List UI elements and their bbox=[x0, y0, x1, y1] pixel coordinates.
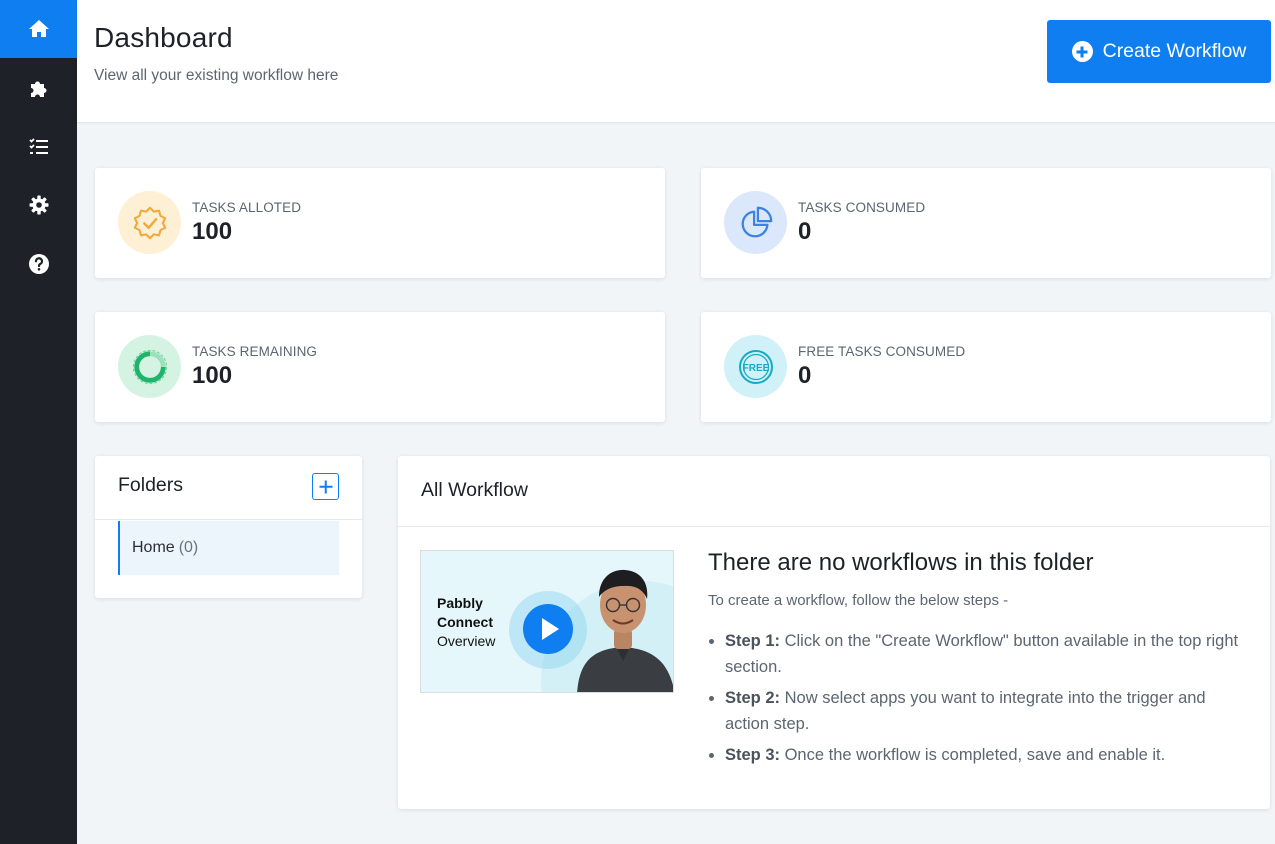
empty-state-title: There are no workflows in this folder bbox=[708, 549, 1094, 576]
folders-panel: Folders Home (0) bbox=[95, 456, 362, 598]
folder-count: (0) bbox=[178, 539, 199, 556]
task-list-icon bbox=[28, 138, 48, 154]
empty-state-subtitle: To create a workflow, follow the below s… bbox=[708, 592, 1009, 609]
add-folder-button[interactable] bbox=[312, 473, 339, 500]
sidebar-item-help[interactable] bbox=[0, 235, 77, 293]
badge-check-icon bbox=[118, 191, 181, 254]
free-icon: FREE bbox=[724, 335, 787, 398]
play-icon[interactable] bbox=[523, 604, 573, 654]
sidebar-item-settings[interactable] bbox=[0, 176, 77, 234]
step-label: Step 3: bbox=[725, 746, 781, 764]
page-title: Dashboard bbox=[94, 22, 233, 53]
stat-card-tasks-consumed: TASKS CONSUMED 0 bbox=[701, 168, 1271, 278]
folder-name: Home bbox=[132, 539, 175, 556]
overview-video-thumbnail[interactable]: Pabbly Connect Overview bbox=[420, 550, 674, 693]
stat-label: FREE TASKS CONSUMED bbox=[798, 344, 966, 359]
gear-icon bbox=[29, 195, 48, 215]
donut-icon bbox=[118, 335, 181, 398]
video-caption-line1: Pabbly bbox=[437, 595, 483, 611]
stat-card-tasks-alloted: TASKS ALLOTED 100 bbox=[95, 168, 665, 278]
all-workflow-panel: All Workflow Pabbly Connect Overview The… bbox=[398, 456, 1270, 809]
stat-label: TASKS ALLOTED bbox=[192, 200, 302, 215]
step-text: Now select apps you want to integrate in… bbox=[725, 689, 1206, 733]
video-caption-line2: Connect bbox=[437, 614, 493, 630]
step-item: Step 1: Click on the "Create Workflow" b… bbox=[708, 628, 1248, 680]
workflow-panel-title: All Workflow bbox=[421, 479, 528, 501]
pie-chart-icon bbox=[724, 191, 787, 254]
divider bbox=[95, 519, 362, 520]
divider bbox=[398, 526, 1270, 527]
video-caption-line3: Overview bbox=[437, 633, 496, 649]
stat-value: 0 bbox=[798, 362, 812, 389]
puzzle-icon bbox=[30, 81, 46, 97]
stat-value: 100 bbox=[192, 218, 233, 245]
folders-title: Folders bbox=[118, 474, 184, 496]
sidebar-item-integrations[interactable] bbox=[0, 60, 77, 118]
help-icon bbox=[28, 254, 49, 274]
step-text: Once the workflow is completed, save and… bbox=[780, 746, 1166, 764]
sidebar-item-tasks[interactable] bbox=[0, 118, 77, 176]
stat-label: TASKS REMAINING bbox=[192, 344, 318, 359]
plus-circle-icon bbox=[1071, 41, 1093, 62]
page-header: Dashboard View all your existing workflo… bbox=[77, 0, 1275, 123]
stat-card-free-tasks-consumed: FREE FREE TASKS CONSUMED 0 bbox=[701, 312, 1271, 422]
folder-item-home[interactable]: Home (0) bbox=[118, 521, 339, 575]
video-caption: Pabbly Connect Overview bbox=[437, 594, 495, 651]
create-workflow-button[interactable]: Create Workflow bbox=[1047, 20, 1271, 83]
create-workflow-label: Create Workflow bbox=[1102, 40, 1247, 62]
stat-value: 0 bbox=[798, 218, 812, 245]
step-label: Step 1: bbox=[725, 632, 781, 650]
step-item: Step 2: Now select apps you want to inte… bbox=[708, 685, 1248, 737]
sidebar-item-home[interactable] bbox=[0, 0, 77, 58]
stat-value: 100 bbox=[192, 362, 233, 389]
step-label: Step 2: bbox=[725, 689, 781, 707]
stat-card-tasks-remaining: TASKS REMAINING 100 bbox=[95, 312, 665, 422]
step-item: Step 3: Once the workflow is completed, … bbox=[708, 742, 1248, 768]
svg-text:FREE: FREE bbox=[742, 362, 769, 373]
home-icon bbox=[28, 20, 49, 37]
stat-label: TASKS CONSUMED bbox=[798, 200, 926, 215]
step-text: Click on the "Create Workflow" button av… bbox=[725, 632, 1239, 676]
page-subtitle: View all your existing workflow here bbox=[94, 67, 339, 84]
sidebar bbox=[0, 0, 77, 844]
steps-list: Step 1: Click on the "Create Workflow" b… bbox=[708, 628, 1248, 773]
